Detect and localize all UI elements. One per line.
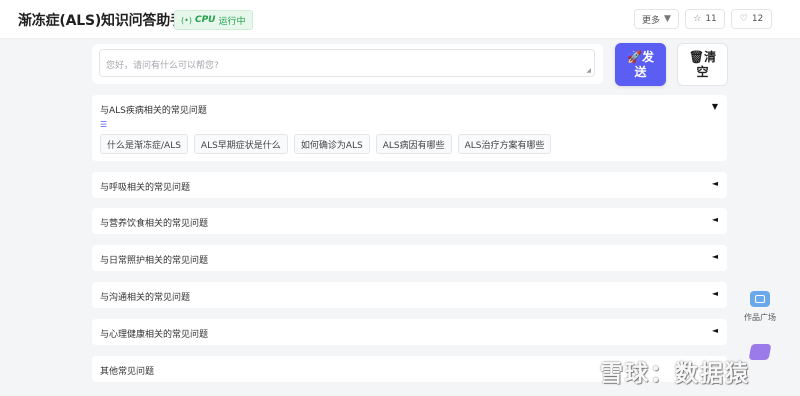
section-title: 其他常见问题 [100, 367, 155, 377]
like-button[interactable]: ♡ 12 [731, 9, 772, 29]
question-chip[interactable]: ALS病因有哪些 [375, 134, 452, 154]
more-label: 更多 [642, 15, 661, 26]
star-icon: ☆ [693, 14, 702, 24]
section-mental-health[interactable]: 与心理健康相关的常见问题 ◄ [92, 319, 727, 345]
cpu-label: CPU [194, 15, 216, 25]
section-title: 与沟通相关的常见问题 [100, 293, 191, 303]
clear-label-2: 空 [696, 64, 709, 79]
like-count: 12 [751, 14, 764, 24]
signal-icon: (•) [181, 15, 192, 25]
section-title[interactable]: 与ALS疾病相关的常见问题 [100, 103, 207, 116]
send-label-1: 发 [641, 49, 654, 64]
question-chip[interactable]: 如何确诊为ALS [293, 134, 370, 154]
send-label-2: 送 [634, 64, 647, 79]
collapse-arrow-icon[interactable]: ▼ [712, 102, 718, 111]
watermark: 雪球：数据猿 [600, 361, 750, 387]
section-title: 与呼吸相关的常见问题 [100, 183, 191, 193]
star-count: 11 [705, 14, 717, 24]
trash-icon: 🗑 [688, 49, 705, 64]
heart-icon: ♡ [739, 14, 748, 24]
expand-arrow-icon: ◄ [711, 215, 718, 224]
expand-arrow-icon: ◄ [711, 326, 718, 335]
gallery-icon[interactable] [750, 291, 770, 307]
caret-down-icon: ▼ [664, 14, 671, 24]
clear-label-1: 清 [704, 49, 717, 64]
send-button[interactable]: 🚀发 送 [615, 43, 666, 86]
question-chips: 什么是渐冻症/ALS ALS早期症状是什么 如何确诊为ALS ALS病因有哪些 … [100, 134, 552, 154]
status-text: 运行中 [218, 16, 246, 27]
question-placeholder: 您好，请问有什么可以帮您? [106, 61, 219, 71]
section-title: 与营养饮食相关的常见问题 [100, 219, 209, 229]
section-title: 与日常照护相关的常见问题 [100, 256, 209, 266]
gallery-label[interactable]: 作品广场 [744, 312, 776, 323]
section-als-disease: 与ALS疾病相关的常见问题 ▼ ☰ 什么是渐冻症/ALS ALS早期症状是什么 … [92, 95, 727, 161]
assistant-icon[interactable] [748, 344, 772, 360]
status-badge: (•) CPU 运行中 [174, 10, 253, 30]
input-panel: 您好，请问有什么可以帮您? ◢ [92, 44, 603, 84]
expand-arrow-icon: ◄ [711, 289, 718, 298]
expand-arrow-icon: ◄ [711, 252, 718, 261]
more-button[interactable]: 更多 ▼ [634, 9, 679, 29]
question-chip[interactable]: ALS治疗方案有哪些 [457, 134, 552, 154]
question-chip[interactable]: 什么是渐冻症/ALS [100, 134, 188, 154]
top-bar: 渐冻症(ALS)知识问答助手 (•) CPU 运行中 更多 ▼ ☆ 11 ♡ 1… [0, 0, 800, 39]
clear-button[interactable]: 🗑清 空 [677, 43, 728, 86]
section-daily-care[interactable]: 与日常照护相关的常见问题 ◄ [92, 245, 727, 271]
list-icon: ☰ [100, 120, 108, 129]
app-title: 渐冻症(ALS)知识问答助手 [18, 13, 184, 29]
section-communication[interactable]: 与沟通相关的常见问题 ◄ [92, 282, 727, 308]
section-nutrition[interactable]: 与营养饮食相关的常见问题 ◄ [92, 208, 727, 234]
resize-handle-icon[interactable]: ◢ [586, 67, 591, 74]
rocket-icon: 🚀 [627, 49, 642, 64]
question-chip[interactable]: ALS早期症状是什么 [193, 134, 288, 154]
question-input[interactable]: 您好，请问有什么可以帮您? ◢ [99, 49, 595, 77]
section-breathing[interactable]: 与呼吸相关的常见问题 ◄ [92, 172, 727, 198]
expand-arrow-icon: ◄ [711, 179, 718, 188]
section-title: 与心理健康相关的常见问题 [100, 330, 209, 340]
star-button[interactable]: ☆ 11 [685, 9, 725, 29]
